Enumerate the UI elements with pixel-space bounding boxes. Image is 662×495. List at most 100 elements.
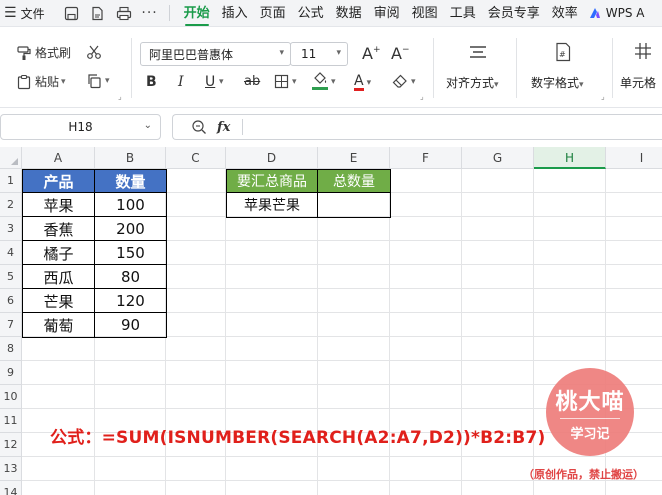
tab-member[interactable]: 会员专享 (482, 0, 546, 27)
column-header-i[interactable]: I (606, 147, 662, 169)
tab-review[interactable]: 审阅 (368, 0, 406, 27)
column-header-b[interactable]: B (95, 147, 166, 169)
cell-a5[interactable]: 西瓜 (22, 265, 95, 289)
cell-a7[interactable]: 葡萄 (22, 313, 95, 337)
row-header-11[interactable]: 11 (0, 409, 22, 433)
font-size-select[interactable]: 11 ▾ (290, 42, 348, 66)
cell-a4[interactable]: 橘子 (22, 241, 95, 265)
row-header-6[interactable]: 6 (0, 289, 22, 313)
format-painter-button[interactable]: 格式刷 (16, 44, 71, 61)
export-pdf-icon[interactable] (89, 4, 107, 22)
tab-view[interactable]: 视图 (406, 0, 444, 27)
row-header-14[interactable]: 14 (0, 481, 22, 495)
column-header-d[interactable]: D (226, 147, 318, 169)
print-icon[interactable] (115, 4, 133, 22)
tab-home[interactable]: 开始 (178, 0, 216, 27)
font-dropdown-icon: ▾ (279, 48, 284, 58)
cell-a6[interactable]: 芒果 (22, 289, 95, 313)
zoom-formula-icon[interactable] (191, 119, 207, 135)
tab-tools[interactable]: 工具 (444, 0, 482, 27)
borders-button[interactable]: ▾ (274, 74, 297, 89)
file-menu[interactable]: 文件 (21, 5, 45, 22)
row-header-7[interactable]: 7 (0, 313, 22, 337)
decrease-font-size-icon[interactable]: A − (391, 44, 410, 63)
tab-page[interactable]: 页面 (254, 0, 292, 27)
column-header-g[interactable]: G (462, 147, 534, 169)
row-header-12[interactable]: 12 (0, 433, 22, 457)
paste-button[interactable]: 粘贴 ▾ (16, 73, 66, 90)
row-header-3[interactable]: 3 (0, 217, 22, 241)
number-format-icon[interactable]: # (554, 42, 572, 62)
row-header-1[interactable]: 1 (0, 169, 22, 193)
row-header-4[interactable]: 4 (0, 241, 22, 265)
cell-b6[interactable]: 120 (95, 289, 166, 313)
cell-a1[interactable]: 产品 (22, 169, 95, 193)
copy-dropdown-icon[interactable]: ▾ (105, 76, 110, 86)
column-header-f[interactable]: F (390, 147, 462, 169)
increase-font-size-icon[interactable]: A + (362, 44, 381, 63)
row-header-8[interactable]: 8 (0, 337, 22, 361)
cell-e1[interactable]: 总数量 (318, 169, 390, 193)
row-header-10[interactable]: 10 (0, 385, 22, 409)
select-all-button[interactable] (0, 147, 22, 169)
table2-border (226, 192, 391, 193)
tab-formula[interactable]: 公式 (292, 0, 330, 27)
cell-b2[interactable]: 100 (95, 193, 166, 217)
fill-dropdown-icon[interactable]: ▾ (331, 77, 336, 87)
cell-a3[interactable]: 香蕉 (22, 217, 95, 241)
font-launcher-icon[interactable]: ⌟ (420, 92, 424, 101)
strikethrough-icon[interactable]: ab (244, 74, 260, 89)
format-painter-icon (17, 45, 31, 60)
number-launcher-icon[interactable]: ⌟ (601, 92, 605, 101)
table1-border (22, 264, 167, 265)
alignment-button[interactable]: 对齐方式▾ (446, 74, 499, 91)
cell-b5[interactable]: 80 (95, 265, 166, 289)
cut-button[interactable] (86, 44, 102, 60)
table1-border (22, 288, 167, 289)
tab-efficiency[interactable]: 效率 (546, 0, 584, 27)
row-header-5[interactable]: 5 (0, 265, 22, 289)
row-header-13[interactable]: 13 (0, 457, 22, 481)
underline-dropdown-icon[interactable]: ▾ (219, 77, 224, 87)
column-header-c[interactable]: C (166, 147, 226, 169)
cell-e2[interactable] (318, 193, 390, 217)
more-icon[interactable]: ··· (141, 4, 159, 22)
cell-b4[interactable]: 150 (95, 241, 166, 265)
wps-ai-button[interactable]: WPS A (588, 0, 644, 27)
row-header-2[interactable]: 2 (0, 193, 22, 217)
row-header-9[interactable]: 9 (0, 361, 22, 385)
column-header-h[interactable]: H (534, 147, 606, 169)
ribbon-divider (433, 38, 434, 98)
clear-format-button[interactable]: ▾ (392, 74, 416, 89)
alignment-icon[interactable] (468, 44, 488, 60)
cell-grid-icon[interactable] (634, 42, 652, 60)
name-box[interactable]: H18 ⌄ (0, 114, 161, 140)
font-name-select[interactable]: 阿里巴巴普惠体 ▾ (140, 42, 291, 66)
hamburger-menu-icon[interactable]: ☰ (4, 5, 17, 21)
insert-function-icon[interactable]: fx (217, 120, 230, 135)
font-color-button[interactable]: A ▾ (354, 74, 371, 91)
italic-icon[interactable]: I (178, 74, 184, 90)
copy-button[interactable]: ▾ (86, 73, 110, 89)
underline-icon[interactable]: U (205, 74, 215, 90)
cell-b3[interactable]: 200 (95, 217, 166, 241)
tab-data[interactable]: 数据 (330, 0, 368, 27)
column-header-e[interactable]: E (318, 147, 390, 169)
gridline (22, 360, 662, 361)
cell-button[interactable]: 单元格 (620, 74, 656, 91)
bold-icon[interactable]: B (146, 74, 157, 90)
column-header-a[interactable]: A (22, 147, 95, 169)
formula-input[interactable]: fx (172, 114, 662, 140)
number-format-button[interactable]: 数字格式▾ (531, 74, 584, 91)
cell-d1[interactable]: 要汇总商品 (226, 169, 318, 193)
tab-insert[interactable]: 插入 (216, 0, 254, 27)
name-box-dropdown-icon[interactable]: ⌄ (144, 120, 152, 131)
fill-color-button[interactable] (312, 72, 328, 90)
save-icon[interactable] (63, 4, 81, 22)
clipboard-launcher-icon[interactable]: ⌟ (118, 92, 122, 101)
cell-a2[interactable]: 苹果 (22, 193, 95, 217)
cell-d2[interactable]: 苹果芒果 (226, 193, 318, 217)
paste-dropdown-icon[interactable]: ▾ (61, 77, 66, 87)
cell-b1[interactable]: 数量 (95, 169, 166, 193)
cell-b7[interactable]: 90 (95, 313, 166, 337)
